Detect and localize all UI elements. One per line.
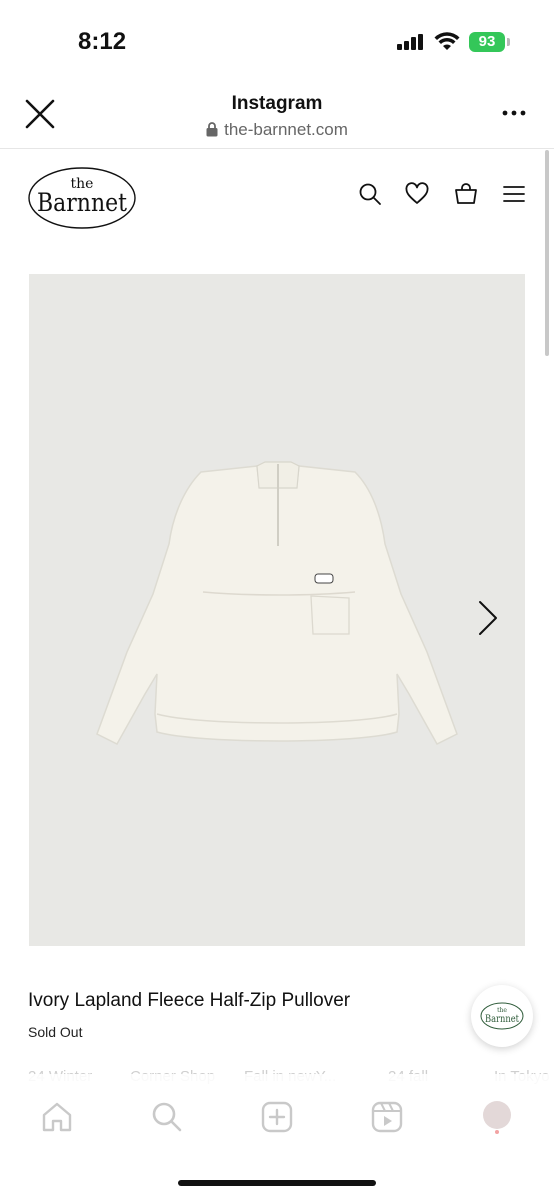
wifi-icon [434, 32, 460, 50]
reels-icon[interactable] [370, 1100, 404, 1134]
chat-badge-logo-top: the [497, 1007, 507, 1014]
heart-icon[interactable] [405, 182, 429, 206]
page-scrollbar[interactable] [545, 150, 549, 356]
in-app-browser-header: Instagram the-barnnet.com [0, 80, 554, 149]
product-stock-status: Sold Out [28, 1024, 83, 1040]
profile-avatar-icon[interactable] [480, 1100, 514, 1134]
barnnet-logo[interactable]: the Barnnet [27, 166, 137, 230]
chat-widget-button[interactable]: the Barnnet [471, 985, 533, 1047]
explore-search-icon[interactable] [150, 1100, 184, 1134]
bag-icon[interactable] [454, 182, 478, 206]
cellular-signal-icon [397, 34, 423, 50]
status-bar: 8:12 93 [0, 0, 554, 80]
product-title: Ivory Lapland Fleece Half-Zip Pullover [28, 990, 351, 1011]
browser-url[interactable]: the-barnnet.com [0, 120, 554, 140]
more-icon[interactable] [502, 108, 526, 118]
chevron-right-icon[interactable] [472, 600, 502, 636]
browser-title: Instagram [231, 93, 323, 114]
lock-icon [206, 122, 218, 137]
product-image[interactable] [29, 274, 525, 946]
chat-badge-logo-main: Barnnet [485, 1014, 519, 1025]
home-icon[interactable] [40, 1100, 74, 1134]
pullover-photo [96, 461, 458, 745]
status-time: 8:12 [78, 28, 127, 55]
battery-indicator: 93 [469, 32, 505, 52]
logo-main-text: Barnnet [37, 188, 127, 217]
create-post-icon[interactable] [260, 1100, 294, 1134]
battery-tip [507, 38, 510, 46]
home-indicator[interactable] [178, 1180, 376, 1186]
search-icon[interactable] [358, 182, 382, 206]
chat-badge-logo: the Barnnet [480, 1002, 524, 1030]
browser-url-text: the-barnnet.com [224, 120, 348, 139]
hamburger-menu-icon[interactable] [502, 182, 526, 206]
